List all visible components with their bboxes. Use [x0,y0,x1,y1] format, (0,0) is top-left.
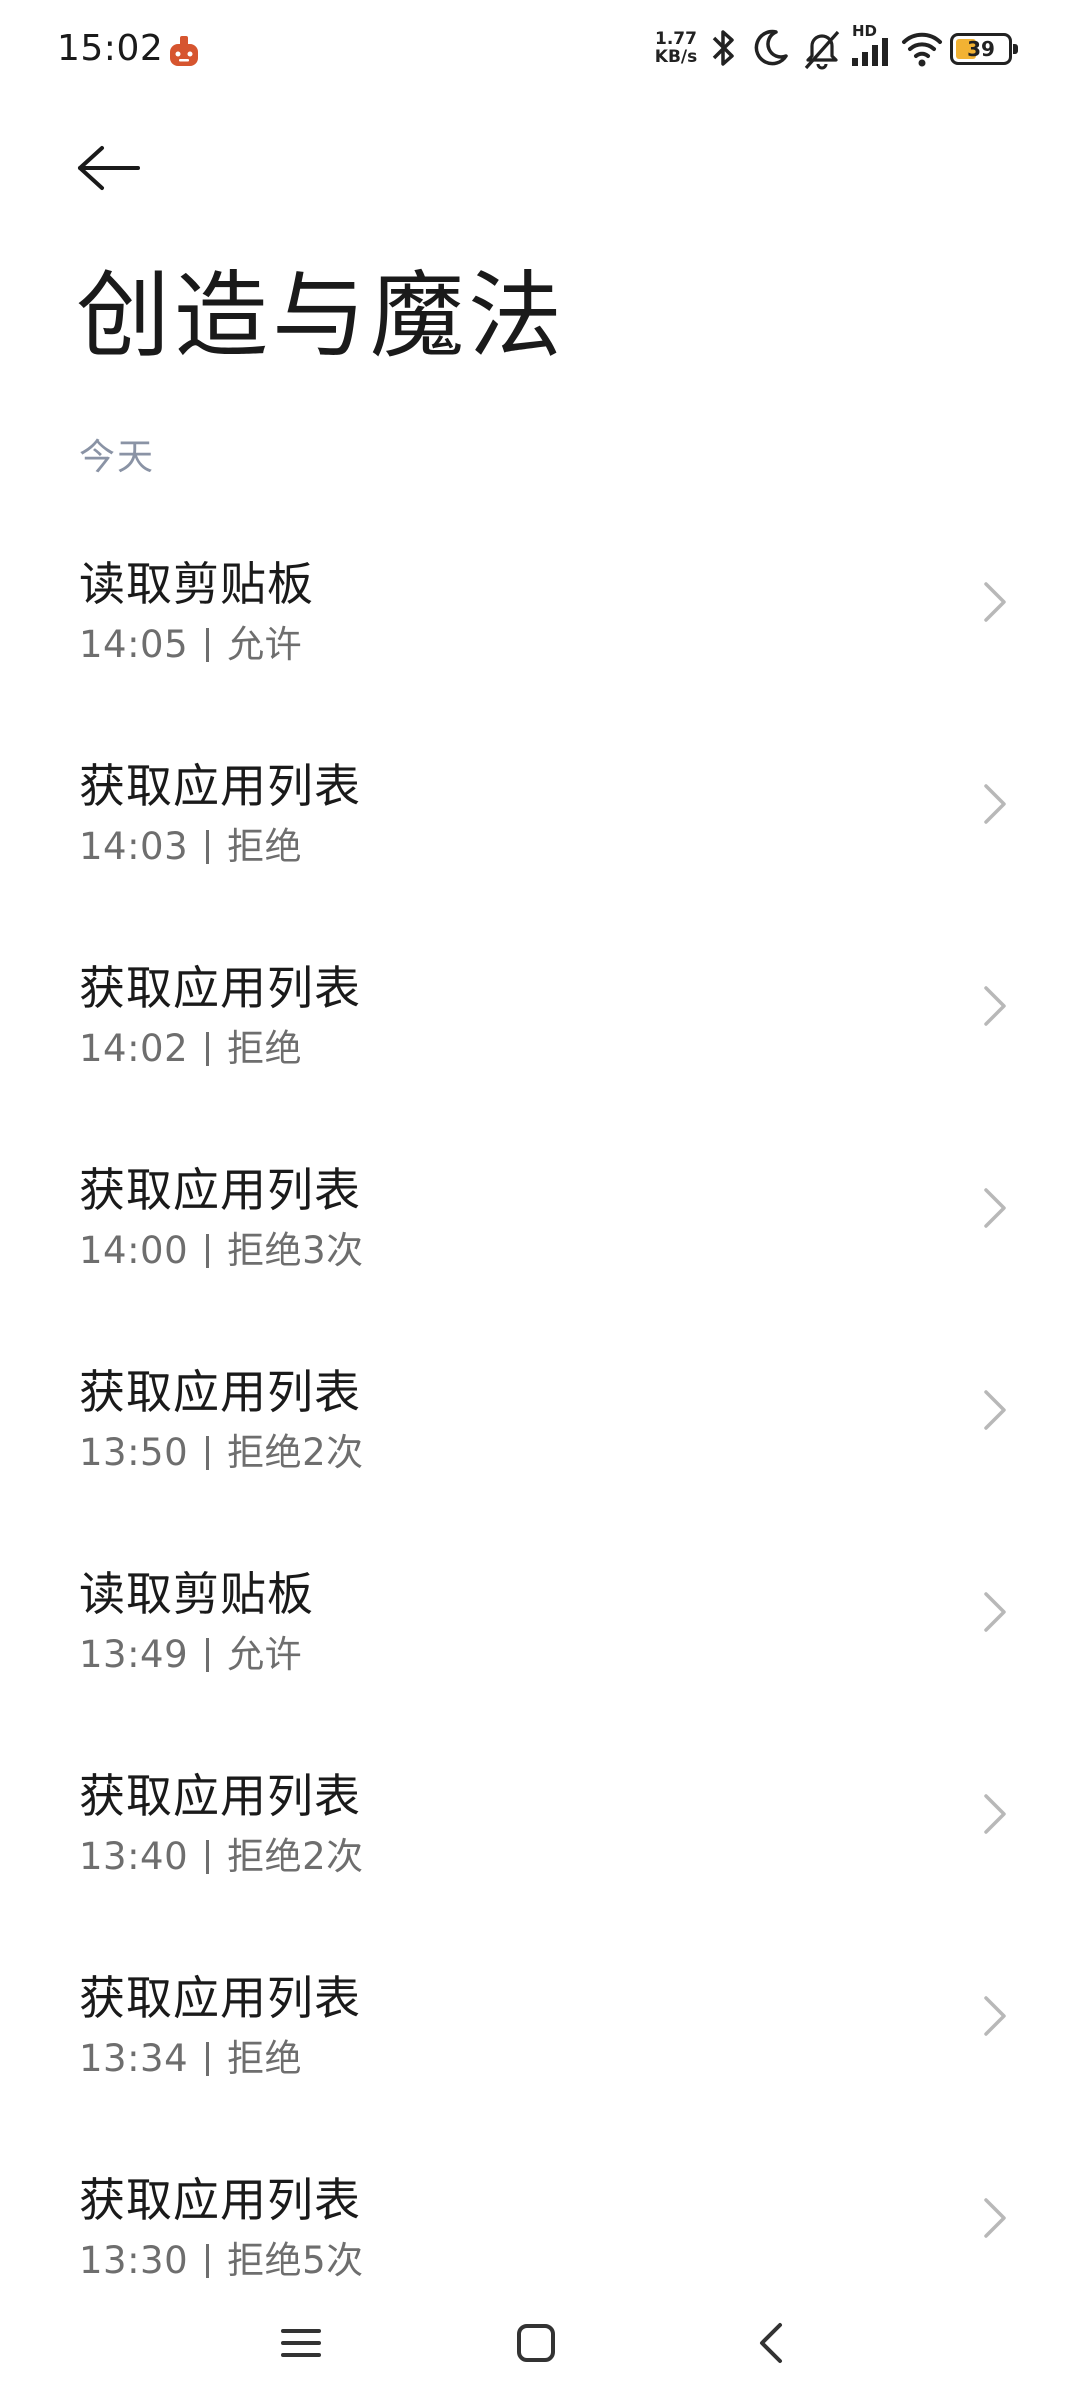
battery-icon: 39 [950,33,1018,65]
record-subtitle: 14:03 拒绝 [79,816,302,870]
record-title: 获取应用列表 [79,961,361,1015]
record-row[interactable]: 获取应用列表 14:03 拒绝 [0,702,1080,904]
record-title: 获取应用列表 [79,2173,361,2227]
net-speed-unit: KB/s [654,47,698,67]
back-arrow-icon [78,146,140,190]
record-row[interactable]: 读取剪贴板 13:49 允许 [0,1510,1080,1712]
record-status: 拒绝2次 [227,1431,364,1474]
separator [206,1436,210,1470]
record-time: 14:03 [79,825,189,868]
menu-icon [281,2329,321,2357]
record-subtitle: 14:00 拒绝3次 [79,1220,364,1274]
back-button[interactable] [64,128,154,208]
page-title: 创造与魔法 [76,262,567,371]
record-title: 获取应用列表 [79,759,361,813]
status-icons: 1.77 KB/s HD 39 [600,0,1080,104]
separator [206,1638,210,1672]
record-row[interactable]: 获取应用列表 13:34 拒绝 [0,1914,1080,2116]
record-time: 14:02 [79,1027,189,1070]
record-row[interactable]: 获取应用列表 13:30 拒绝5次 [0,2116,1080,2318]
separator [206,1032,210,1066]
chevron-right-icon [984,1794,1006,1834]
game-notification-icon [170,36,198,66]
chevron-right-icon [984,582,1006,622]
net-speed-value: 1.77 [655,29,697,49]
chevron-right-icon [984,986,1006,1026]
record-time: 13:40 [79,1835,189,1878]
record-title: 读取剪贴板 [79,1567,314,1621]
separator [206,1234,210,1268]
record-status: 拒绝 [227,1027,303,1070]
record-subtitle: 13:34 拒绝 [79,2028,302,2082]
back-chevron-icon [760,2323,782,2363]
record-time: 14:05 [79,623,189,666]
chevron-right-icon [984,1592,1006,1632]
chevron-right-icon [984,1390,1006,1430]
status-bar: 15:02 1.77 KB/s HD 39 [0,0,1080,104]
record-status: 拒绝2次 [227,1835,364,1878]
record-time: 13:34 [79,2037,189,2080]
chevron-right-icon [984,784,1006,824]
record-status: 拒绝 [227,825,303,868]
record-status: 允许 [227,1633,303,1676]
record-subtitle: 13:30 拒绝5次 [79,2230,364,2284]
record-status: 拒绝5次 [227,2239,364,2282]
record-title: 获取应用列表 [79,1365,361,1419]
record-status: 拒绝3次 [227,1229,364,1272]
record-title: 获取应用列表 [79,1163,361,1217]
record-list: 读取剪贴板 14:05 允许 获取应用列表 14:03 拒绝 获取应用列表 14… [0,500,1080,2318]
record-time: 13:30 [79,2239,189,2282]
record-status: 允许 [227,623,303,666]
bluetooth-icon [712,30,734,66]
separator [206,830,210,864]
record-subtitle: 14:05 允许 [79,614,302,668]
record-title: 读取剪贴板 [79,557,314,611]
separator [206,2244,210,2278]
record-row[interactable]: 获取应用列表 13:50 拒绝2次 [0,1308,1080,1510]
section-header-today: 今天 [79,437,156,478]
record-subtitle: 14:02 拒绝 [79,1018,302,1072]
signal-icon [852,38,888,66]
back-nav-button[interactable] [726,2308,816,2378]
chevron-right-icon [984,2198,1006,2238]
record-row[interactable]: 获取应用列表 13:40 拒绝2次 [0,1712,1080,1914]
net-speed: 1.77 KB/s [650,30,702,66]
home-square-icon [517,2324,555,2362]
record-subtitle: 13:40 拒绝2次 [79,1826,364,1880]
bell-muted-icon [804,30,840,70]
wifi-icon [902,32,942,67]
record-title: 获取应用列表 [79,1769,361,1823]
status-time: 15:02 [57,28,164,69]
separator [206,1840,210,1874]
record-subtitle: 13:50 拒绝2次 [79,1422,364,1476]
record-time: 13:50 [79,1431,189,1474]
record-status: 拒绝 [227,2037,303,2080]
record-row[interactable]: 获取应用列表 14:00 拒绝3次 [0,1106,1080,1308]
record-row[interactable]: 读取剪贴板 14:05 允许 [0,500,1080,702]
separator [206,628,210,662]
recents-button[interactable] [256,2308,346,2378]
battery-level: 39 [967,37,995,61]
chevron-right-icon [984,1996,1006,2036]
screen: 15:02 1.77 KB/s HD 39 创造与魔法 今天 读取剪贴板 14:… [0,0,1080,2401]
record-time: 14:00 [79,1229,189,1272]
chevron-right-icon [984,1188,1006,1228]
navigation-bar [0,2290,1080,2401]
record-subtitle: 13:49 允许 [79,1624,302,1678]
record-time: 13:49 [79,1633,189,1676]
separator [206,2042,210,2076]
home-button[interactable] [491,2308,581,2378]
moon-icon [754,29,788,66]
record-row[interactable]: 获取应用列表 14:02 拒绝 [0,904,1080,1106]
record-title: 获取应用列表 [79,1971,361,2025]
